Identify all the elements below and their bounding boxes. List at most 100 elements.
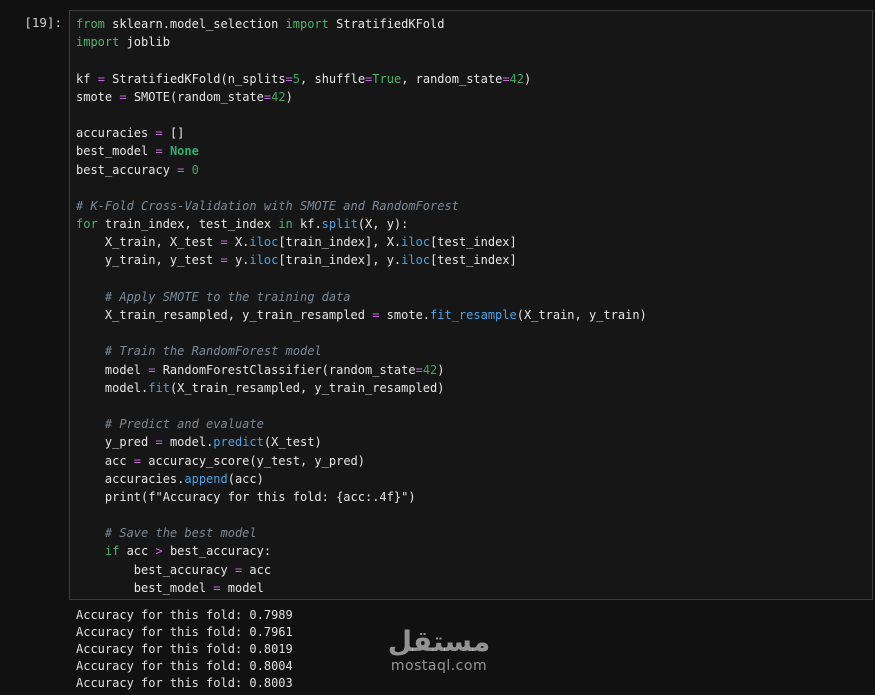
code-token: accuracies. bbox=[76, 471, 185, 486]
code-token: (X_train_resampled, y_train_resampled) bbox=[169, 380, 445, 395]
code-token: # Train the RandomForest model bbox=[76, 344, 322, 359]
cell-output: Accuracy for this fold: 0.7989 Accuracy f… bbox=[76, 607, 293, 692]
code-line: model.fit(X_train_resampled, y_train_res… bbox=[76, 379, 647, 397]
code-token: (X_train, y_train) bbox=[516, 308, 647, 322]
code-token: model bbox=[76, 362, 149, 377]
code-token: smote. bbox=[379, 308, 431, 322]
code-token: best_accuracy: bbox=[162, 544, 272, 559]
code-line: kf = StratifiedKFold(n_splits=5, shuffle… bbox=[76, 70, 647, 88]
code-token: import bbox=[76, 35, 120, 50]
code-token: = bbox=[155, 126, 163, 141]
code-token: X_train_resampled, y_train_resampled bbox=[76, 308, 373, 322]
code-token: best_model bbox=[76, 580, 214, 595]
code-line: from sklearn.model_selection import Stra… bbox=[76, 15, 647, 33]
code-token: = bbox=[97, 71, 105, 86]
code-token: # Save the best model bbox=[76, 526, 257, 541]
code-token: [train_index], X. bbox=[278, 235, 402, 250]
output-line: Accuracy for this fold: 0.8004 bbox=[76, 659, 293, 674]
code-token: = bbox=[133, 453, 142, 468]
code-token: StratifiedKFold(n_splits bbox=[104, 71, 286, 86]
code-line: # Apply SMOTE to the training data bbox=[76, 288, 647, 306]
code-line: # Predict and evaluate bbox=[76, 415, 647, 433]
code-cell[interactable]: from sklearn.model_selection import Stra… bbox=[69, 10, 873, 600]
code-token: iloc bbox=[249, 235, 279, 250]
code-token: > bbox=[155, 544, 163, 559]
code-token: train_index, test_index bbox=[97, 217, 279, 232]
code-token: 42 bbox=[271, 89, 286, 104]
code-token: kf bbox=[76, 71, 98, 86]
code-editor[interactable]: from sklearn.model_selection import Stra… bbox=[76, 15, 647, 597]
code-line: print(f"Accuracy for this fold: {acc:.4f… bbox=[76, 488, 647, 506]
code-token: = bbox=[415, 362, 423, 377]
code-token: iloc bbox=[249, 253, 279, 268]
code-line: best_accuracy = 0 bbox=[76, 161, 647, 179]
code-line: acc = accuracy_score(y_test, y_pred) bbox=[76, 452, 647, 470]
code-token: best_accuracy bbox=[76, 562, 235, 577]
code-token: iloc bbox=[401, 253, 431, 268]
code-token: X. bbox=[227, 235, 250, 250]
output-line: Accuracy for this fold: 0.7961 bbox=[76, 625, 293, 640]
code-line: import joblib bbox=[76, 33, 647, 51]
code-token: print(f"Accuracy for this fold: {acc:.4f… bbox=[76, 489, 416, 504]
code-token: # Apply SMOTE to the training data bbox=[76, 289, 351, 304]
code-token: = bbox=[213, 580, 221, 595]
code-token: [] bbox=[162, 126, 185, 141]
code-token: fit_resample bbox=[430, 308, 517, 322]
code-token: ) bbox=[437, 362, 445, 377]
execution-count-prompt: [19]: bbox=[24, 15, 62, 30]
code-line: X_train, X_test = X.iloc[train_index], X… bbox=[76, 233, 647, 251]
code-token: = bbox=[155, 144, 163, 159]
code-token: y. bbox=[227, 253, 250, 268]
code-token: accuracy_score(y_test, y_pred) bbox=[141, 453, 365, 468]
code-token: best_accuracy bbox=[76, 162, 178, 177]
output-line: Accuracy for this fold: 0.7989 bbox=[76, 608, 293, 622]
code-token: # Predict and evaluate bbox=[76, 417, 264, 432]
code-token: smote bbox=[76, 89, 120, 104]
code-token: = bbox=[220, 253, 228, 268]
output-line: Accuracy for this fold: 0.8019 bbox=[76, 642, 293, 657]
code-token: append bbox=[184, 471, 228, 486]
code-token: ) bbox=[524, 71, 532, 86]
code-token: [test_index] bbox=[430, 235, 517, 250]
code-token: acc bbox=[242, 562, 272, 577]
code-token: SMOTE(random_state bbox=[126, 89, 264, 104]
code-token: 42 bbox=[422, 362, 438, 377]
code-token: in bbox=[278, 217, 293, 232]
code-token: , shuffle bbox=[300, 71, 366, 86]
code-token: accuracies bbox=[76, 126, 156, 141]
code-token: y_pred bbox=[76, 435, 156, 450]
code-token: joblib bbox=[119, 35, 170, 50]
code-token: = bbox=[285, 71, 293, 86]
code-line: accuracies.append(acc) bbox=[76, 470, 647, 488]
watermark-arabic-text: مستقل bbox=[387, 625, 491, 658]
code-token: 0 bbox=[191, 162, 199, 177]
code-line: # Train the RandomForest model bbox=[76, 342, 647, 360]
code-token: fit bbox=[148, 380, 170, 395]
code-line: for train_index, test_index in kf.split(… bbox=[76, 215, 647, 233]
code-line: y_train, y_test = y.iloc[train_index], y… bbox=[76, 251, 647, 269]
code-token: = bbox=[220, 235, 228, 250]
code-token: if bbox=[104, 544, 120, 559]
code-token: , random_state bbox=[401, 71, 503, 86]
code-token: acc bbox=[119, 544, 156, 559]
code-token: (X, y): bbox=[357, 217, 409, 232]
code-token: split bbox=[321, 217, 358, 232]
code-token: [test_index] bbox=[430, 253, 517, 268]
code-token: acc bbox=[76, 453, 134, 468]
code-line: model = RandomForestClassifier(random_st… bbox=[76, 361, 647, 379]
code-line: accuracies = [] bbox=[76, 124, 647, 142]
code-token: (X_test) bbox=[263, 435, 322, 450]
code-line: X_train_resampled, y_train_resampled = s… bbox=[76, 306, 647, 324]
code-token: model bbox=[220, 580, 264, 595]
code-token: RandomForestClassifier(random_state bbox=[155, 362, 416, 377]
code-token: = bbox=[155, 435, 163, 450]
code-token: (acc) bbox=[227, 471, 264, 486]
code-token: kf. bbox=[292, 217, 322, 232]
